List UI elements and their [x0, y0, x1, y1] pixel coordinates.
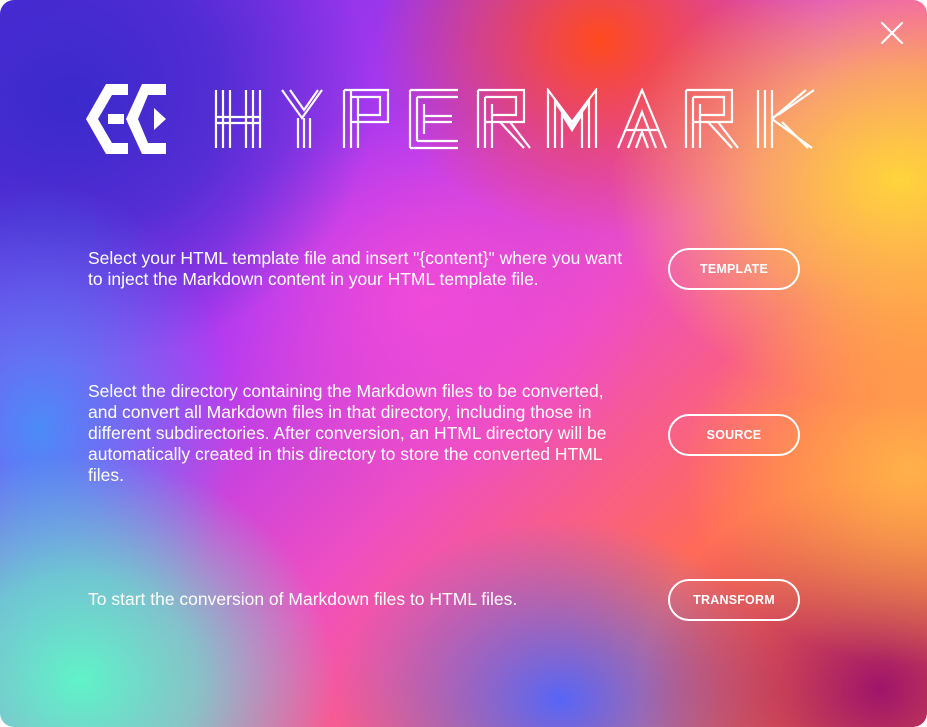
ec-logo-icon [86, 84, 166, 154]
source-description: Select the directory containing the Mark… [88, 381, 607, 485]
close-icon [880, 21, 904, 45]
template-description: Select your HTML template file and inser… [88, 248, 623, 289]
app-wordmark [214, 88, 815, 150]
template-button[interactable]: TEMPLATE [668, 248, 800, 290]
close-button[interactable] [877, 18, 907, 48]
transform-description: To start the conversion of Markdown file… [88, 589, 518, 609]
source-button[interactable]: SOURCE [668, 414, 800, 456]
app-window: Select your HTML template file and inser… [0, 0, 927, 727]
transform-button[interactable]: TRANSFORM [668, 579, 800, 621]
app-header [84, 78, 816, 160]
